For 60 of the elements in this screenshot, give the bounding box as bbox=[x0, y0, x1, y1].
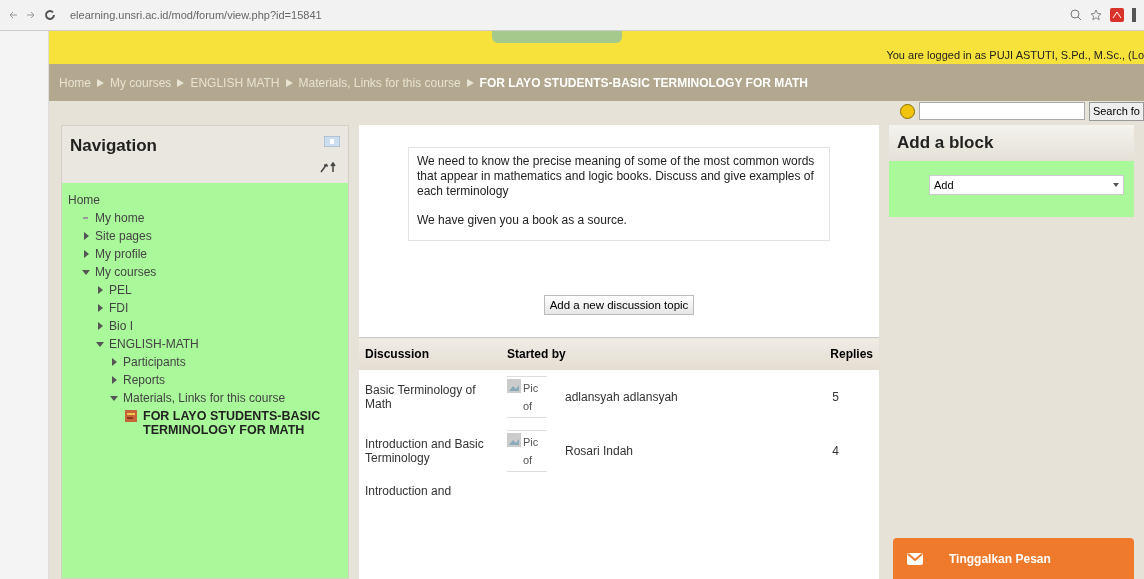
block-title: Add a block bbox=[897, 133, 995, 153]
table-cell[interactable]: Basic Terminology of Math bbox=[359, 370, 501, 424]
expanded-triangle-icon bbox=[82, 268, 90, 276]
table-cell: 5 bbox=[791, 370, 879, 424]
nav-item[interactable]: Home bbox=[68, 193, 100, 207]
dropdown-arrow-icon bbox=[1113, 183, 1119, 187]
reload-icon[interactable] bbox=[44, 9, 56, 21]
collapsed-triangle-icon bbox=[96, 286, 104, 294]
bullet-icon bbox=[82, 214, 90, 222]
separator-icon bbox=[285, 78, 293, 87]
search-button[interactable]: Search fo bbox=[1088, 101, 1144, 121]
nav-item[interactable]: Materials, Links for this course bbox=[123, 391, 286, 405]
separator-icon bbox=[177, 78, 185, 87]
intro-paragraph: We have given you a book as a source. bbox=[417, 213, 628, 228]
login-info: You are logged in as PUJI ASTUTI, S.Pd., M.Sc., (Lo bbox=[886, 49, 1144, 61]
nav-item[interactable]: PEL bbox=[109, 283, 132, 297]
collapsed-triangle-icon bbox=[96, 322, 104, 330]
nav-item[interactable]: FOR LAYO STUDENTS-BASIC TERMINOLOGY FOR MATH bbox=[143, 409, 342, 437]
intro-paragraph: We need to know the precise meaning of some of the most common words that appear in mathematics and logic books. Discuss and give examples of each terminology bbox=[417, 154, 816, 199]
add-topic-button[interactable]: Add a new discussion topic bbox=[543, 295, 695, 315]
search-field[interactable] bbox=[918, 102, 1085, 120]
collapsed-triangle-icon bbox=[110, 376, 118, 384]
nav-item[interactable]: FDI bbox=[109, 301, 129, 315]
table-cell[interactable]: Rosari Indah bbox=[565, 444, 634, 458]
nav-item[interactable]: My courses bbox=[95, 265, 157, 279]
table-cell-text: 4 bbox=[831, 443, 840, 460]
zoom-icon[interactable] bbox=[1070, 9, 1082, 21]
collapsed-triangle-icon bbox=[96, 304, 104, 312]
broken-image: Pic of bbox=[507, 376, 547, 418]
collapsed-triangle-icon bbox=[82, 250, 90, 258]
add-block-select[interactable]: Add bbox=[929, 175, 1124, 195]
table-cell[interactable]: adlansyah adlansyah bbox=[565, 390, 678, 404]
nav-item[interactable]: Reports bbox=[123, 373, 166, 387]
forward-icon[interactable] bbox=[26, 10, 36, 20]
collapsed-triangle-icon bbox=[82, 232, 90, 240]
nav-item[interactable]: Bio I bbox=[109, 319, 133, 333]
expanded-triangle-icon bbox=[96, 340, 104, 348]
extension-icon[interactable] bbox=[1110, 8, 1124, 22]
column-header[interactable]: Replies bbox=[791, 337, 879, 370]
collapsed-triangle-icon bbox=[110, 358, 118, 366]
broken-image: Pic of bbox=[507, 430, 547, 472]
dock-icon[interactable] bbox=[324, 136, 340, 147]
help-icon[interactable] bbox=[899, 103, 915, 119]
nav-item[interactable]: My home bbox=[95, 211, 145, 225]
column-header[interactable]: Started by bbox=[501, 337, 792, 370]
table-cell[interactable]: Introduction and Basic Terminology bbox=[359, 424, 501, 478]
forum-icon bbox=[124, 409, 138, 423]
mail-icon bbox=[907, 552, 923, 565]
separator-icon bbox=[466, 78, 474, 87]
column-header[interactable]: Discussion bbox=[359, 337, 501, 370]
separator-icon bbox=[97, 78, 104, 87]
nav-item[interactable]: My profile bbox=[95, 247, 147, 261]
nav-item[interactable]: Site pages bbox=[95, 229, 152, 243]
expanded-triangle-icon bbox=[110, 394, 118, 402]
nav-item[interactable]: Participants bbox=[123, 355, 186, 369]
star-icon[interactable] bbox=[1090, 9, 1102, 21]
block-title: Navigation bbox=[70, 136, 157, 156]
back-icon[interactable] bbox=[8, 10, 18, 20]
nav-item[interactable]: ENGLISH-MATH bbox=[109, 337, 199, 351]
table-cell[interactable]: Introduction and bbox=[359, 478, 501, 504]
